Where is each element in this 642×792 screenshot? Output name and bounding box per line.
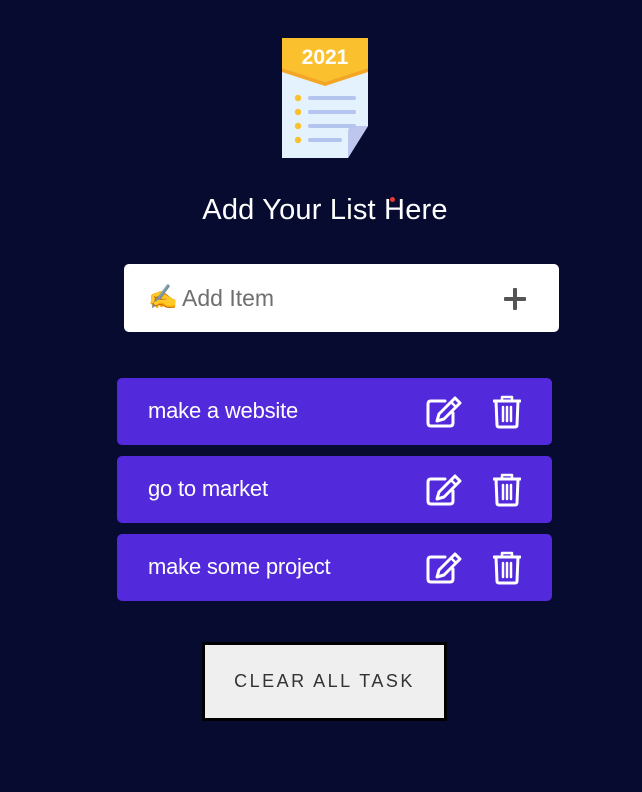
logo-year: 2021 <box>302 46 349 69</box>
mouse-cursor-dot <box>390 197 395 202</box>
edit-icon[interactable] <box>426 552 462 584</box>
add-item-input[interactable] <box>182 278 482 318</box>
trash-icon[interactable] <box>493 551 521 585</box>
todo-page: 2021 Add Your List Here ✍️ make a websit… <box>0 0 642 792</box>
task-label: make a website <box>148 398 299 423</box>
task-item: make some project <box>117 534 552 601</box>
plus-icon[interactable] <box>502 286 528 312</box>
add-item-box: ✍️ <box>124 264 559 332</box>
edit-icon[interactable] <box>426 474 462 506</box>
task-item: go to market <box>117 456 552 523</box>
page-heading: Add Your List Here <box>202 194 448 226</box>
task-label: go to market <box>148 476 268 501</box>
clear-all-button[interactable]: CLEAR ALL TASK <box>202 642 447 721</box>
trash-icon[interactable] <box>493 473 521 507</box>
edit-icon[interactable] <box>426 396 462 428</box>
task-item: make a website <box>117 378 552 445</box>
writing-hand-icon: ✍️ <box>148 284 178 311</box>
trash-icon[interactable] <box>493 395 521 429</box>
checklist-logo-icon: 2021 <box>282 38 368 158</box>
task-label: make some project <box>148 554 331 579</box>
